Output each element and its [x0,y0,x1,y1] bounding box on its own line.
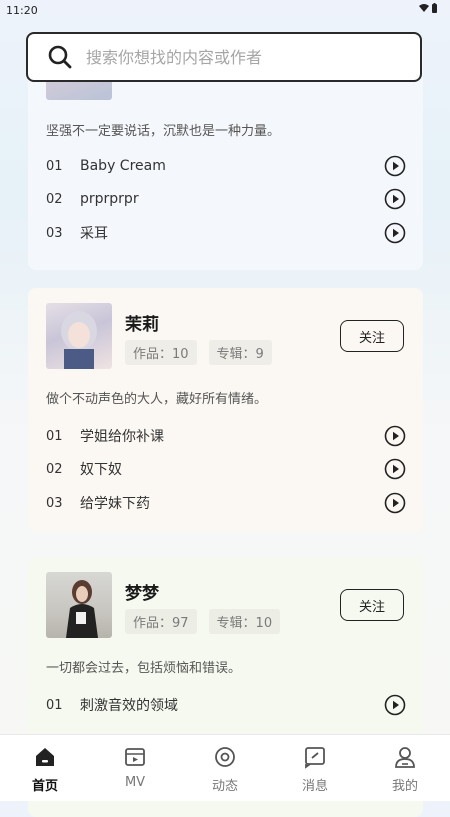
status-bar: 11:20 [0,0,450,22]
play-icon[interactable] [384,188,406,210]
tab-label: 首页 [31,779,58,794]
play-icon[interactable] [384,458,406,480]
song-row[interactable]: 01 刺激音效的领域 [46,693,406,717]
song-number: 02 [46,191,63,207]
artist-avatar [46,303,112,369]
tab-dynamic[interactable]: 动态 [180,735,270,801]
song-title: 奴下奴 [80,462,122,478]
tab-home[interactable]: 首页 [0,735,90,801]
artist-description: 坚强不一定要说话，沉默也是一种力量。 [46,124,281,139]
status-icons [418,3,440,18]
artist-avatar [46,572,112,638]
song-row[interactable]: 03 采耳 [46,221,406,245]
artist-name: 茉莉 [125,315,159,335]
play-icon[interactable] [384,694,406,716]
tab-label: 消息 [301,779,328,794]
song-row[interactable]: 02 奴下奴 [46,457,406,481]
song-number: 02 [46,461,63,477]
tab-messages[interactable]: 消息 [270,735,360,801]
works-count: 作品：97 [125,609,197,634]
song-row[interactable]: 01 学姐给你补课 [46,424,406,448]
home-icon [36,748,54,766]
play-icon[interactable] [384,222,406,244]
status-time: 11:20 [6,4,38,17]
song-title: prprprpr [80,191,139,207]
target-icon [215,747,235,767]
song-number: 01 [46,158,63,174]
albums-count: 专辑：10 [208,609,281,634]
song-number: 01 [46,697,63,713]
artist-name: 梦梦 [125,584,159,604]
artist-stats: 作品：97 专辑：10 [125,609,281,634]
artist-card[interactable]: 茉莉 作品：10 专辑：9 关注 做个不动声色的大人，藏好所有情绪。 01 学姐… [28,288,423,532]
albums-count: 专辑：9 [208,340,272,365]
song-title: Baby Cream [80,158,166,174]
avatar-illustration [61,311,97,369]
play-icon[interactable] [384,425,406,447]
artist-stats: 作品：10 专辑：9 [125,340,272,365]
profile-icon [395,747,415,768]
song-number: 03 [46,225,63,241]
song-number: 01 [46,428,63,444]
message-icon [305,747,325,769]
artist-description: 一切都会过去，包括烦恼和错误。 [46,661,242,676]
song-title: 刺激音效的领域 [80,698,178,714]
follow-button[interactable]: 关注 [340,320,404,352]
tab-label: 我的 [391,779,418,794]
search-icon[interactable] [44,42,78,72]
song-row[interactable]: 03 给学妹下药 [46,491,406,515]
song-title: 给学妹下药 [80,496,150,512]
tab-label: 动态 [211,779,238,794]
follow-button[interactable]: 关注 [340,589,404,621]
play-icon[interactable] [384,155,406,177]
song-row[interactable]: 01 Baby Cream [46,154,406,178]
tab-mv[interactable]: MV [90,735,180,801]
avatar-photo [66,580,98,638]
tab-profile[interactable]: 我的 [360,735,450,801]
song-row[interactable]: 02 prprprpr [46,187,406,211]
search-input[interactable] [84,46,388,68]
song-title: 采耳 [80,226,108,242]
search-bar[interactable] [26,32,422,82]
bottom-tab-bar: 首页 MV 动态 消息 我的 [0,734,450,801]
artist-description: 做个不动声色的大人，藏好所有情绪。 [46,392,268,407]
works-count: 作品：10 [125,340,197,365]
song-title: 学姐给你补课 [80,429,164,445]
video-icon [125,748,145,766]
wifi-battery-icon [419,3,437,13]
tab-label: MV [124,775,146,790]
song-number: 03 [46,495,63,511]
play-icon[interactable] [384,492,406,514]
